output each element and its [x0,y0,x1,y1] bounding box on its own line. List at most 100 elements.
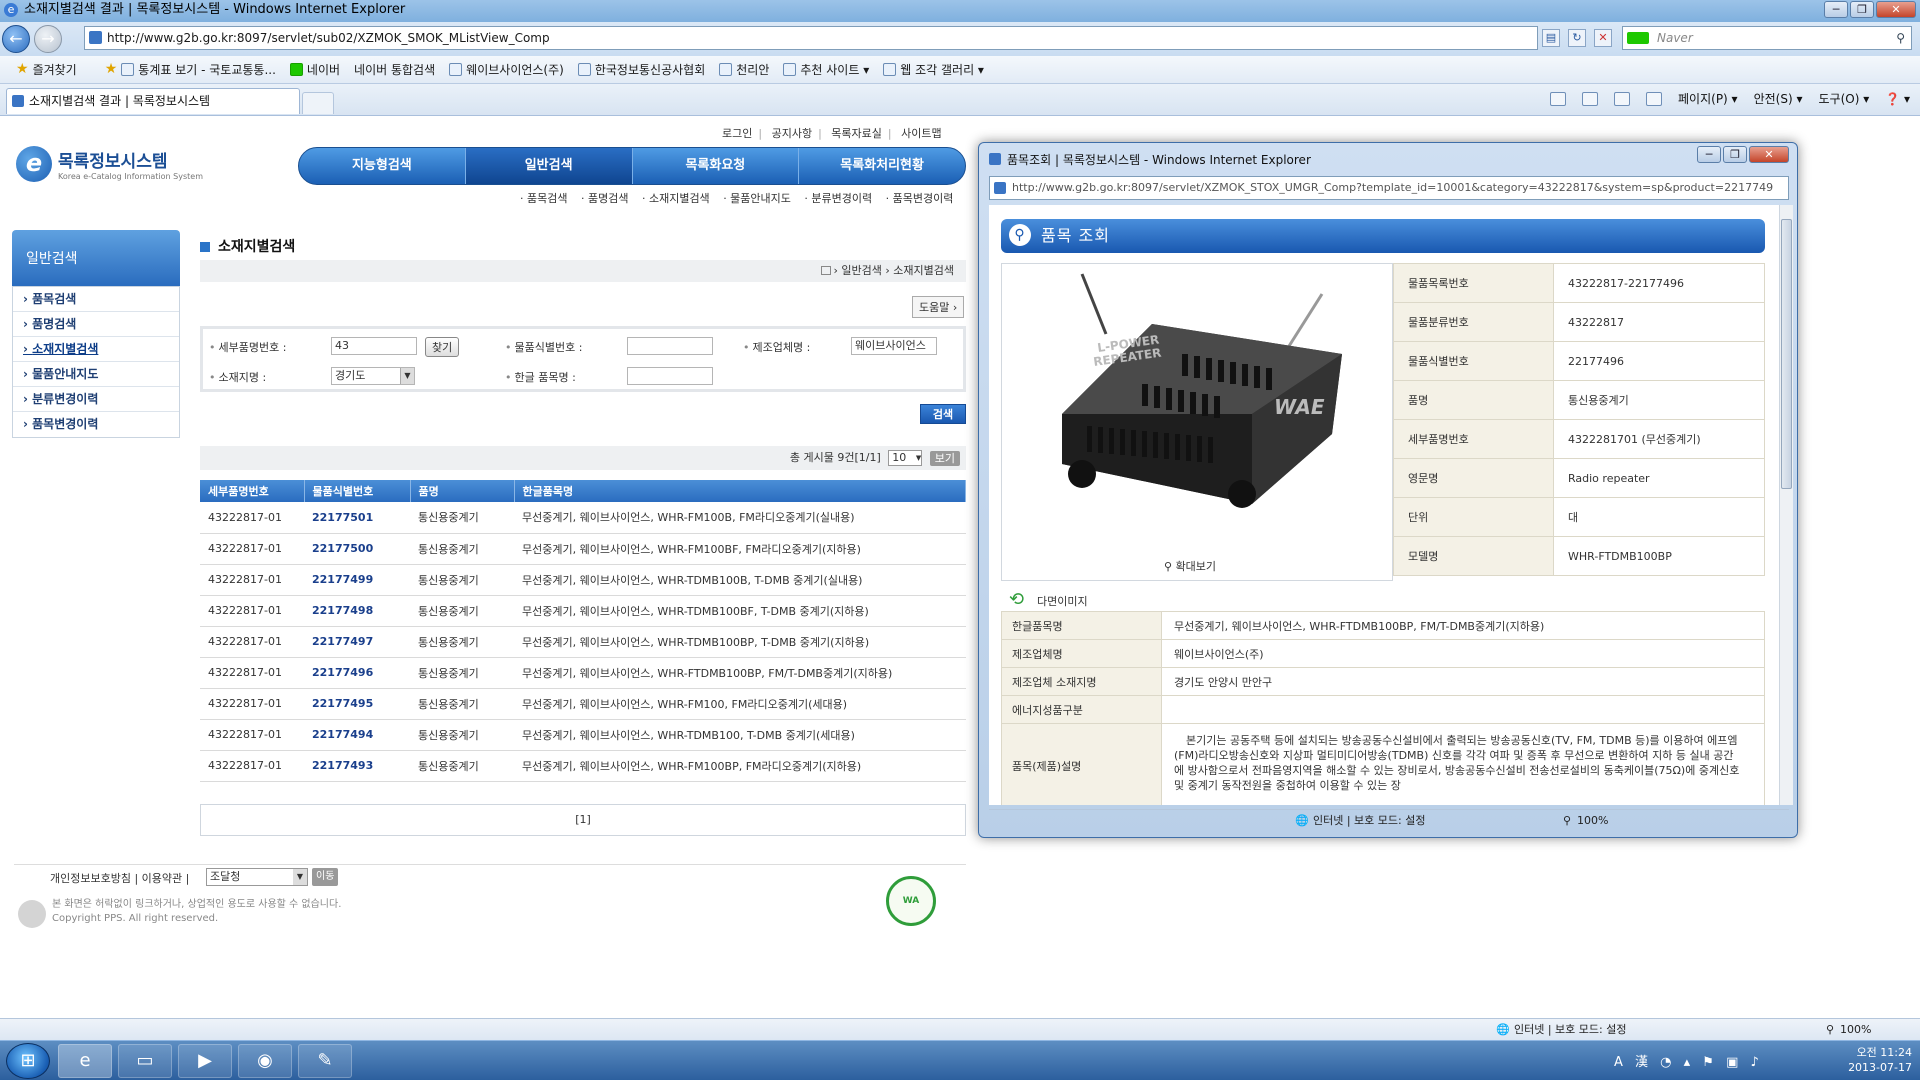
clock[interactable]: 오전 11:24 2013-07-17 [1848,1045,1912,1075]
left-menu-item-active[interactable]: 소재지별검색 [13,337,179,362]
related-sites-select[interactable]: 조달청 ▼ [206,868,308,886]
system-tray-icons[interactable]: A 漢 ◔ ▴ ⚑ ▣ ♪ [1614,1051,1763,1070]
table-row[interactable]: 43222817-01 22177494 통신용중계기 무선중계기, 웨이브사이언스,… [200,719,966,751]
close-button[interactable]: ✕ [1749,146,1789,163]
subnav-item[interactable]: · 품명검색 [581,192,628,205]
item-id-input[interactable] [627,337,713,355]
favorite-link[interactable]: 추천 사이트 ▾ [783,61,869,78]
region-select[interactable]: 경기도 ▼ [331,367,415,385]
favorite-link[interactable]: 웹 조각 갤러리 ▾ [883,61,984,78]
site-logo[interactable]: e 목록정보시스템 Korea e-Catalog Information Sy… [16,146,203,182]
minimize-button[interactable]: ─ [1824,1,1848,18]
table-row[interactable]: 43222817-01 22177500 통신용중계기 무선중계기, 웨이브사이언스,… [200,533,966,565]
find-button[interactable]: 찾기 [425,337,460,357]
address-bar[interactable]: http://www.g2b.go.kr:8097/servlet/sub02/… [84,26,1538,50]
favorite-link[interactable]: 네이버 [289,61,340,78]
cell-item-id[interactable]: 22177493 [304,750,410,782]
feeds-icon[interactable] [1582,91,1599,106]
ime-indicator[interactable]: A 漢 [1614,1055,1652,1070]
library-link[interactable]: 목록자료실 [831,127,882,140]
back-button[interactable]: ← [2,25,30,53]
tab-active[interactable]: 소재지별검색 결과 | 목록정보시스템 [6,88,300,114]
left-menu-item[interactable]: 물품안내지도 [13,362,179,387]
left-menu-item[interactable]: 품목검색 [13,287,179,312]
zoom-button[interactable]: ⚲ 확대보기 [1164,558,1216,574]
popup-address-bar[interactable]: http://www.g2b.go.kr:8097/servlet/XZMOK_… [989,176,1789,200]
nav-catalog-request[interactable]: 목록화요청 [633,148,800,184]
chrome-taskbar-icon[interactable]: ◉ [238,1044,292,1078]
subnav-item[interactable]: · 소재지별검색 [642,192,710,205]
cell-item-id[interactable]: 22177496 [304,657,410,689]
safety-menu[interactable]: 안전(S) ▾ [1754,90,1803,107]
tools-menu[interactable]: 도구(O) ▾ [1818,90,1869,107]
forward-button[interactable]: → [34,25,62,53]
cell-item-id[interactable]: 22177500 [304,533,410,565]
refresh-icon[interactable]: ↻ [1568,29,1586,47]
maker-input[interactable]: 웨이브사이언스 [851,337,937,355]
home-icon[interactable] [1550,91,1567,106]
mail-icon[interactable] [1614,91,1631,106]
detail-no-input[interactable]: 43 [331,337,417,355]
help-menu[interactable]: ❓ ▾ [1885,92,1910,106]
table-row[interactable]: 43222817-01 22177495 통신용중계기 무선중계기, 웨이브사이언스,… [200,688,966,720]
nav-catalog-status[interactable]: 목록화처리현황 [799,148,965,184]
pagination[interactable]: [1] [200,804,966,836]
app-taskbar-icon[interactable]: ✎ [298,1044,352,1078]
table-row[interactable]: 43222817-01 22177496 통신용중계기 무선중계기, 웨이브사이언스,… [200,657,966,689]
col-item-id[interactable]: 물품식별번호 [304,480,411,502]
left-menu-item[interactable]: 품명검색 [13,312,179,337]
nav-smart-search[interactable]: 지능형검색 [299,148,466,184]
subnav-item[interactable]: · 분류변경이력 [804,192,872,205]
left-menu-item[interactable]: 분류변경이력 [13,387,179,412]
close-button[interactable]: ✕ [1876,1,1916,18]
cell-item-id[interactable]: 22177497 [304,626,410,658]
subnav-item[interactable]: · 물품안내지도 [723,192,791,205]
popup-zoom[interactable]: 100% [1577,810,1608,832]
new-tab-button[interactable] [302,92,334,114]
notice-link[interactable]: 공지사항 [772,127,812,140]
maximize-button[interactable]: ❐ [1723,146,1747,163]
cell-item-id[interactable]: 22177498 [304,595,410,627]
product-image[interactable]: L-POWER REPEATER WAE ⚲ 확대보기 [1001,263,1393,581]
zoom-level[interactable]: 100% [1840,1019,1871,1040]
scroll-thumb[interactable] [1781,219,1792,489]
cell-item-id[interactable]: 22177495 [304,688,410,720]
favorite-link[interactable]: ★ 통계표 보기 - 국토교통통... [105,61,276,78]
favorite-link[interactable]: 웨이브사이언스(주) [449,61,564,78]
compat-view-icon[interactable]: ▤ [1542,29,1560,47]
cell-item-id[interactable]: 22177494 [304,719,410,751]
search-icon[interactable]: ⚲ [1896,27,1905,49]
cell-item-id[interactable]: 22177501 [304,502,410,534]
subnav-item[interactable]: · 품목검색 [520,192,567,205]
subnav-item[interactable]: · 품목변경이력 [886,192,954,205]
go-button[interactable]: 이동 [312,868,339,886]
favorite-link[interactable]: 천리안 [719,61,769,78]
left-menu-item[interactable]: 품목변경이력 [13,412,179,437]
help-button[interactable]: 도움말 › [912,296,965,318]
search-input[interactable]: Naver ⚲ [1622,26,1912,50]
explorer-taskbar-icon[interactable]: ▭ [118,1044,172,1078]
table-row[interactable]: 43222817-01 22177493 통신용중계기 무선중계기, 웨이브사이언스,… [200,750,966,782]
favorite-link[interactable]: 한국정보통신공사협회 [577,61,705,78]
favorite-link[interactable]: 네이버 통합검색 [354,61,435,78]
popup-scrollbar[interactable] [1779,205,1793,805]
multi-image-link[interactable]: 다면이미지 [1009,589,1088,610]
start-button[interactable]: ⊞ [6,1043,50,1079]
col-kor-name[interactable]: 한글품목명 [514,480,966,502]
home-icon[interactable] [820,266,831,275]
view-button[interactable]: 보기 [929,450,960,466]
table-row[interactable]: 43222817-01 22177497 통신용중계기 무선중계기, 웨이브사이언스,… [200,626,966,658]
search-button[interactable]: 검색 [920,404,966,424]
table-row[interactable]: 43222817-01 22177498 통신용중계기 무선중계기, 웨이브사이언스,… [200,595,966,627]
favorites-button[interactable]: ★ 즐겨찾기 [16,61,77,78]
page-menu[interactable]: 페이지(P) ▾ [1678,90,1738,107]
col-detail-no[interactable]: 세부품명번호 [200,480,305,502]
kor-name-input[interactable] [627,367,713,385]
minimize-button[interactable]: ─ [1697,146,1721,163]
nav-general-search[interactable]: 일반검색 [465,148,633,184]
cell-item-id[interactable]: 22177499 [304,564,410,596]
sitemap-link[interactable]: 사이트맵 [901,127,941,140]
ie-taskbar-icon[interactable]: e [58,1044,112,1078]
maximize-button[interactable]: ❐ [1850,1,1874,18]
table-row[interactable]: 43222817-01 22177499 통신용중계기 무선중계기, 웨이브사이언스,… [200,564,966,596]
